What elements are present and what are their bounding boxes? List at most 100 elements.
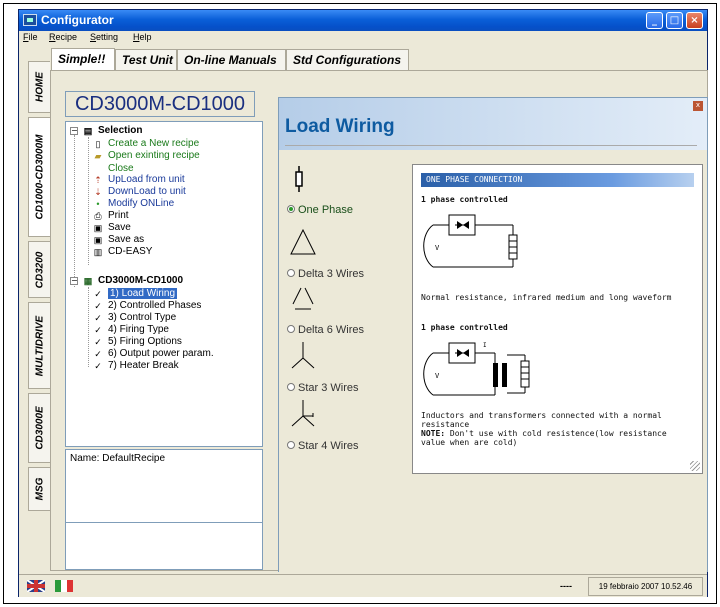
upload-icon: ⇡ [94,175,102,185]
option-star-4-wires[interactable]: Star 4 Wires [283,396,401,454]
check-icon: ✓ [94,349,102,359]
check-icon: ✓ [94,301,102,311]
svg-text:I: I [483,342,487,349]
green-dot-icon: • [96,199,100,209]
app-window: Configurator _ □ × File Recipe Setting H… [18,9,708,597]
tree-item-print[interactable]: ⎙ Print [92,210,128,222]
flag-italy-icon[interactable] [55,580,73,592]
app-icon [23,14,37,26]
controller-icon: ▦ [83,276,93,286]
window-title: Configurator [41,13,114,27]
info-header: ONE PHASE CONNECTION [421,173,694,187]
tree-item-open-recipe[interactable]: ▰ Open exinting recipe [92,150,200,162]
panel-body: One Phase Delta 3 Wires Delta 6 Wires St… [279,160,707,572]
star-4-wires-icon [291,400,315,427]
recipe-notes-box[interactable] [65,523,263,570]
info-section2-desc: Inductors and transformers connected wit… [421,411,662,429]
radio-star-4-wires[interactable] [287,441,295,449]
menu-help[interactable]: Help [133,32,152,42]
recipe-tree: − ▤ Selection ▯ Create a New recipe ▰ Open … [65,121,263,447]
vtab-cd1000-cd3000m[interactable]: CD1000-CD3000M [28,117,50,237]
delta-3-wires-icon [290,228,316,255]
panel-header: Load Wiring x [279,98,707,150]
vtab-msg[interactable]: MSG [28,467,50,511]
radio-one-phase[interactable] [287,205,295,213]
tree-item-close[interactable]: Close [92,162,134,174]
minimize-button[interactable]: _ [646,12,663,29]
tree-step-load-wiring[interactable]: ✓ 1) Load Wiring [92,288,178,300]
tab-std-configurations[interactable]: Std Configurations [286,49,409,71]
new-file-icon: ▯ [95,139,101,149]
radio-delta-6-wires[interactable] [287,325,295,333]
menu-recipe[interactable]: Recipe [49,32,77,42]
resize-grip-icon[interactable] [690,461,700,471]
tree-item-modify-online[interactable]: • Modify ONLine [92,198,174,210]
load-wiring-panel: Load Wiring x One Phase Delta 3 Wires De… [278,97,708,572]
connection-info-box: ONE PHASE CONNECTION 1 phase controlled [412,164,703,474]
folder-icon: ▰ [94,151,102,161]
tree-item-create-recipe[interactable]: ▯ Create a New recipe [92,138,200,150]
menu-setting[interactable]: Setting [90,32,118,42]
option-star-3-wires[interactable]: Star 3 Wires [283,338,401,396]
status-bar: ---- 19 febbraio 2007 10.52.46 [19,574,707,597]
vtab-cd3000e[interactable]: CD3000E [28,393,50,463]
info-section2-title: 1 phase controlled [421,323,508,332]
check-icon: ✓ [94,325,102,335]
vtab-multidrive[interactable]: MULTIDRIVE [28,302,50,389]
tree-item-save-as[interactable]: ▣ Save as [92,234,144,246]
option-delta-6-wires[interactable]: Delta 6 Wires [283,280,401,338]
maximize-button[interactable]: □ [666,12,683,29]
tree-step-firing-type[interactable]: ✓ 4) Firing Type [92,324,169,336]
tree-collapse-icon[interactable]: − [70,277,78,285]
book-icon: ▤ [83,126,93,136]
tree-step-control-type[interactable]: ✓ 3) Control Type [92,312,176,324]
status-indicator: ---- [560,581,572,591]
check-icon: ✓ [94,337,102,347]
blank-icon [92,162,104,172]
tree-step-firing-options[interactable]: ✓ 5) Firing Options [92,336,182,348]
flag-uk-icon[interactable] [27,580,45,592]
tree-root-selection[interactable]: ▤ Selection [82,125,143,137]
close-button[interactable]: × [686,12,703,29]
menu-bar: File Recipe Setting Help [19,31,707,45]
star-3-wires-icon [291,342,315,369]
floppy-icon: ▣ [93,235,103,245]
check-icon: ✓ [94,313,102,323]
title-bar: Configurator _ □ × [19,10,707,31]
radio-delta-3-wires[interactable] [287,269,295,277]
radio-star-3-wires[interactable] [287,383,295,391]
vtab-cd3200[interactable]: CD3200 [28,241,50,298]
download-icon: ⇣ [94,187,102,197]
tree-step-output-power[interactable]: ✓ 6) Output power param. [92,348,213,360]
info-note: NOTE: Don't use with cold resistence(low… [421,429,667,447]
info-section1-desc: Normal resistance, infrared medium and l… [421,293,672,302]
tree-item-cd-easy[interactable]: ▥ CD-EASY [92,246,153,258]
vertical-tabs: HOME CD1000-CD3000M CD3200 MULTIDRIVE CD… [28,61,50,571]
check-icon: ✓ [94,361,102,371]
tree-item-save[interactable]: ▣ Save [92,222,131,234]
svg-text:V: V [435,244,440,252]
panel-title: Load Wiring [285,116,395,137]
tree-item-upload[interactable]: ⇡ UpLoad from unit [92,174,185,186]
tree-step-controlled-phases[interactable]: ✓ 2) Controlled Phases [92,300,201,312]
option-one-phase[interactable]: One Phase [283,160,401,218]
wiring-options: One Phase Delta 3 Wires Delta 6 Wires St… [283,160,401,572]
tab-simple[interactable]: Simple!! [51,48,115,72]
tree-item-download[interactable]: ⇣ DownLoad to unit [92,186,186,198]
tab-online-manuals[interactable]: On-line Manuals [177,49,286,71]
panel-close-icon[interactable]: x [693,101,703,111]
delta-6-wires-icon [292,287,314,310]
option-delta-3-wires[interactable]: Delta 3 Wires [283,224,401,282]
printer-icon: ⎙ [94,211,102,221]
status-datetime: 19 febbraio 2007 10.52.46 [588,577,703,596]
one-phase-transformer-diagram: V I [423,342,530,396]
tree-collapse-icon[interactable]: − [70,127,78,135]
tree-node-cd3000m-cd1000[interactable]: ▦ CD3000M-CD1000 [82,275,183,287]
info-section1-title: 1 phase controlled [421,195,508,204]
check-icon: ✓ [94,289,102,299]
tab-test-unit[interactable]: Test Unit [115,49,177,71]
tree-step-heater-break[interactable]: ✓ 7) Heater Break [92,360,178,372]
menu-file[interactable]: File [23,32,38,42]
recipe-name-label: Name: DefaultRecipe [70,453,166,464]
vtab-home[interactable]: HOME [28,61,50,113]
